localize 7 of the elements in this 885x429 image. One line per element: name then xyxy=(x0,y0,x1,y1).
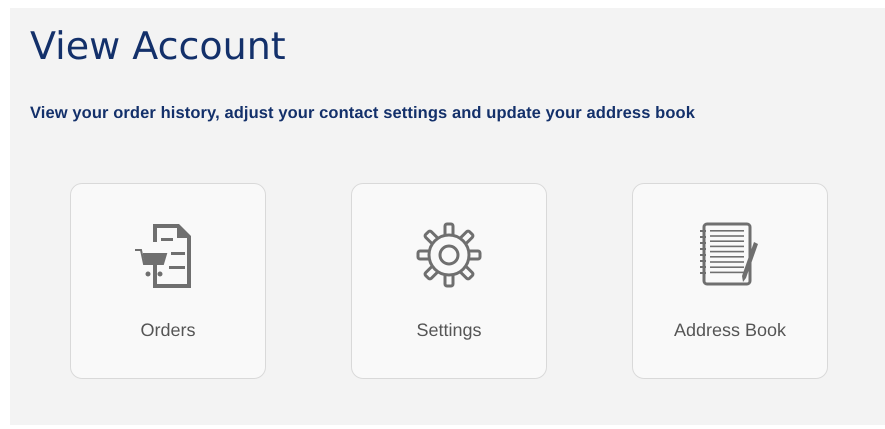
page-description: View your order history, adjust your contact settings and update your address book xyxy=(30,104,696,123)
account-card[interactable]: Address Book xyxy=(632,183,828,379)
gear-icon xyxy=(416,222,482,288)
account-card[interactable]: Settings xyxy=(351,183,547,379)
page-title: View Account xyxy=(30,26,287,66)
notebook-pencil-icon xyxy=(700,222,760,288)
account-card[interactable]: Orders xyxy=(70,183,266,379)
